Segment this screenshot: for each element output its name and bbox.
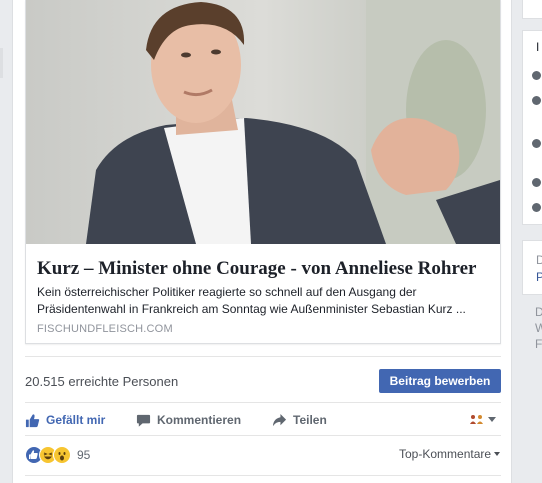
- rail-card: [522, 0, 542, 19]
- divider: [25, 475, 501, 476]
- reaction-count: 95: [77, 448, 91, 462]
- wow-reaction-icon: [53, 446, 71, 464]
- link-preview-card[interactable]: Kurz – Minister ohne Courage - von Annel…: [25, 0, 501, 344]
- share-icon: [272, 413, 287, 426]
- share-button[interactable]: Teilen: [272, 410, 327, 430]
- chat-icon: [532, 96, 541, 105]
- page-avatars-icon: [470, 415, 483, 424]
- comment-sort-dropdown[interactable]: Top-Kommentare: [399, 447, 501, 461]
- rail-text: W: [535, 321, 542, 335]
- globe-icon: [532, 139, 541, 148]
- comment-button[interactable]: Kommentieren: [136, 410, 241, 430]
- divider: [25, 435, 501, 436]
- rail-card: D P: [522, 240, 542, 295]
- thumbs-up-icon: [532, 178, 541, 187]
- reactions-summary[interactable]: 95: [25, 445, 90, 465]
- phone-icon: [532, 71, 541, 80]
- thumbs-up-icon: [25, 413, 40, 427]
- link-preview-image[interactable]: [26, 0, 500, 244]
- left-column-edge: [0, 0, 12, 483]
- left-column-nub: [0, 48, 3, 78]
- rail-text: D: [535, 305, 542, 319]
- right-rail: I D P D W F: [522, 0, 542, 483]
- audience-selector[interactable]: [468, 410, 496, 428]
- chevron-down-icon: [494, 452, 501, 456]
- divider: [25, 402, 501, 403]
- share-label: Teilen: [293, 413, 327, 427]
- comment-label: Kommentieren: [157, 413, 242, 427]
- rail-text: F: [535, 337, 542, 351]
- reach-count[interactable]: 20.515 erreichte Personen: [25, 374, 178, 389]
- divider: [25, 356, 501, 357]
- rail-text: I: [536, 40, 540, 54]
- comment-sort-label: Top-Kommentare: [399, 447, 492, 461]
- rail-text: D: [536, 253, 542, 267]
- link-domain: FISCHUNDFLEISCH.COM: [37, 323, 173, 335]
- comment-icon: [136, 414, 151, 427]
- boost-post-button[interactable]: Beitrag bewerben: [379, 369, 501, 393]
- rail-link[interactable]: P: [536, 270, 542, 284]
- link-description: Kein österreichischer Politiker reagiert…: [37, 285, 466, 316]
- rail-card: I: [522, 30, 542, 225]
- link-title[interactable]: Kurz – Minister ohne Courage - von Annel…: [37, 258, 492, 280]
- chevron-down-icon: [488, 416, 496, 422]
- news-feed-post: Kurz – Minister ohne Courage - von Annel…: [12, 0, 512, 483]
- like-button[interactable]: Gefällt mir: [25, 410, 105, 430]
- like-label: Gefällt mir: [46, 413, 106, 427]
- thumbs-up-icon: [532, 203, 541, 212]
